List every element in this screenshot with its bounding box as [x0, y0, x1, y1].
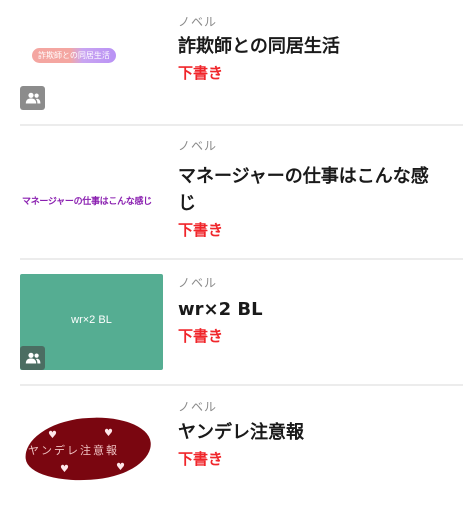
work-thumbnail[interactable]: ♥ ♥ ♥ ♥ ヤンデレ注意報 — [20, 398, 163, 498]
work-thumbnail[interactable]: マネージャーの仕事はこんな感じ — [20, 140, 163, 250]
group-icon — [25, 92, 40, 104]
work-title[interactable]: ヤンデレ注意報 — [178, 419, 443, 446]
thumbnail-title-art: マネージャーの仕事はこんな感じ — [22, 197, 152, 207]
group-icon — [25, 352, 40, 364]
work-list-item[interactable]: マネージャーの仕事はこんな感じ ノベル マネージャーの仕事はこんな感じ 下書き — [0, 126, 463, 258]
draft-status: 下書き — [178, 450, 224, 468]
heart-icon: ♥ — [60, 464, 69, 475]
work-type-label: ノベル — [178, 400, 218, 414]
draft-status: 下書き — [178, 64, 224, 82]
thumbnail-title-art: ヤンデレ注意報 — [28, 444, 119, 457]
work-thumbnail[interactable]: wr×2 BL — [20, 274, 163, 370]
shared-badge — [20, 86, 45, 110]
work-list-item[interactable]: 詐欺師との同居生活 ノベル 詐欺師との同居生活 下書き — [0, 0, 463, 124]
draft-status: 下書き — [178, 221, 224, 239]
thumbnail-title-art: 詐欺師との同居生活 — [32, 48, 116, 63]
work-list-item[interactable]: ♥ ♥ ♥ ♥ ヤンデレ注意報 ノベル ヤンデレ注意報 下書き — [0, 386, 463, 512]
work-title[interactable]: マネージャーの仕事はこんな感じ — [178, 163, 443, 217]
work-title[interactable]: 詐欺師との同居生活 — [178, 33, 443, 60]
heart-icon: ♥ — [48, 430, 57, 441]
shared-badge — [20, 346, 45, 370]
heart-icon: ♥ — [116, 462, 125, 473]
work-type-label: ノベル — [178, 276, 218, 290]
draft-status: 下書き — [178, 327, 224, 345]
work-type-label: ノベル — [178, 15, 218, 29]
heart-icon: ♥ — [104, 428, 113, 439]
thumbnail-title-art: wr×2 BL — [71, 314, 112, 326]
work-list-item[interactable]: wr×2 BL ノベル wr×2 BL 下書き — [0, 260, 463, 384]
work-type-label: ノベル — [178, 139, 218, 153]
work-thumbnail[interactable]: 詐欺師との同居生活 — [20, 14, 163, 110]
work-title[interactable]: wr×2 BL — [178, 296, 443, 323]
